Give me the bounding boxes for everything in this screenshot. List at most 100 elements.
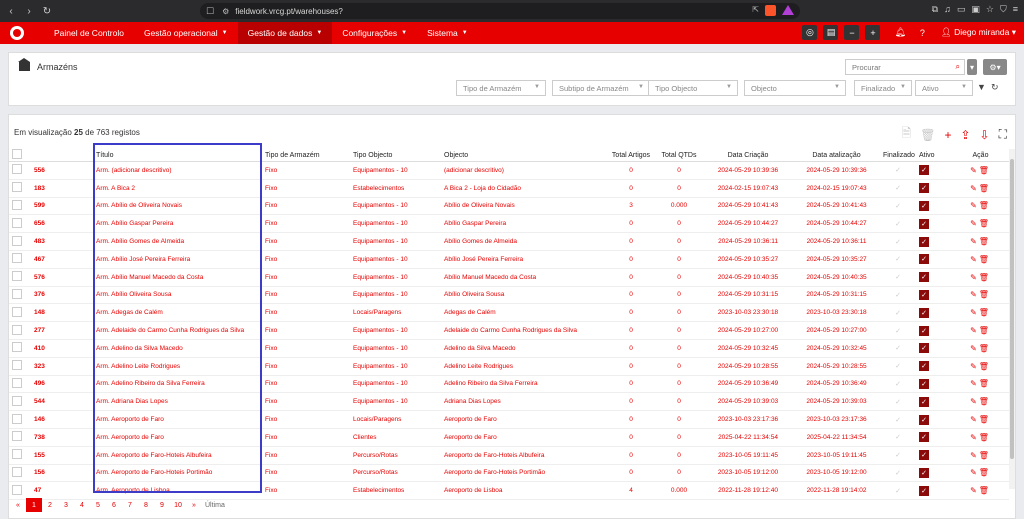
col-header-objecto[interactable]: Objecto bbox=[441, 149, 607, 162]
settings-dropdown-button[interactable]: ⚙▾ bbox=[983, 59, 1007, 75]
delete-icon[interactable]: 🗑︎ bbox=[979, 290, 991, 299]
chat-icon[interactable]: ◎ bbox=[802, 25, 818, 40]
active-checkbox[interactable]: ✓ bbox=[919, 343, 929, 354]
cell-titulo[interactable]: Arm. Adelino Leite Rodrigues bbox=[93, 357, 262, 376]
nav-item-2[interactable]: Gestão de dados ▼ bbox=[237, 22, 333, 44]
delete-icon[interactable]: 🗑︎ bbox=[979, 166, 991, 175]
delete-icon[interactable]: 🗑︎ bbox=[979, 219, 991, 228]
edit-icon[interactable]: ✎ bbox=[970, 397, 979, 406]
brave-rewards-icon[interactable] bbox=[782, 5, 794, 15]
delete-icon[interactable]: 🗑︎ bbox=[979, 468, 991, 477]
page-button-3[interactable]: 3 bbox=[58, 498, 74, 512]
bookmark-icon[interactable]: ☐ bbox=[206, 6, 214, 17]
filter-objecto[interactable]: Objecto ▼ bbox=[744, 80, 846, 96]
cell-id[interactable]: 155 bbox=[31, 446, 93, 465]
page-button-7[interactable]: 7 bbox=[122, 498, 138, 512]
page-button-9[interactable]: 9 bbox=[154, 498, 170, 512]
sidebar-icon[interactable]: ▭ bbox=[957, 4, 966, 15]
cell-titulo[interactable]: Arm. (adicionar descritivo) bbox=[93, 161, 262, 180]
zoom-out-button[interactable]: − bbox=[844, 25, 860, 40]
user-menu[interactable]: 👤︎ Diego miranda ▾ bbox=[941, 27, 1016, 38]
next-page-button[interactable]: » bbox=[186, 498, 202, 512]
row-checkbox[interactable] bbox=[12, 253, 22, 264]
table-row[interactable]: 148 Arm. Adegas de Calém Fixo Locais/Parage… bbox=[9, 303, 1009, 323]
last-page-button[interactable]: Última bbox=[202, 498, 228, 512]
col-header-tipo-armazem[interactable]: Tipo de Armazém bbox=[262, 149, 350, 162]
cell-id[interactable]: 148 bbox=[31, 303, 93, 323]
table-row[interactable]: 599 Arm. Abílio de Oliveira Novais Fixo Equ… bbox=[9, 197, 1009, 216]
filter-tipo-objecto[interactable]: Tipo Objecto ▼ bbox=[648, 80, 738, 96]
export-file-icon[interactable]: 🗎︎ bbox=[902, 124, 912, 145]
cell-id[interactable]: 738 bbox=[31, 428, 93, 447]
col-header-ativo[interactable]: Ativo bbox=[916, 149, 952, 162]
cell-titulo[interactable]: Arm. Aeroporto de Faro-Hoteis Portimão bbox=[93, 464, 262, 483]
cell-titulo[interactable]: Arm. Adriana Dias Lopes bbox=[93, 392, 262, 412]
table-row[interactable]: 146 Arm. Aeroporto de Faro Fixo Locais/Para… bbox=[9, 410, 1009, 429]
table-row[interactable]: 410 Arm. Adelino da Silva Macedo Fixo Equip… bbox=[9, 339, 1009, 358]
cell-id[interactable]: 496 bbox=[31, 375, 93, 394]
delete-icon[interactable]: 🗑︎ bbox=[979, 308, 991, 317]
upload-icon[interactable]: ⇪ bbox=[960, 128, 970, 142]
delete-icon[interactable]: 🗑︎ bbox=[979, 237, 991, 246]
edit-icon[interactable]: ✎ bbox=[970, 273, 979, 282]
cell-id[interactable]: 277 bbox=[31, 321, 93, 340]
select-all-checkbox[interactable] bbox=[12, 149, 22, 159]
delete-icon[interactable]: 🗑︎ bbox=[979, 201, 991, 210]
active-checkbox[interactable]: ✓ bbox=[919, 254, 929, 265]
help-icon[interactable]: ? bbox=[920, 28, 925, 38]
col-header-tipo-objecto[interactable]: Tipo Objecto bbox=[350, 149, 441, 162]
col-header-data-atualizacao[interactable]: Data atalização bbox=[793, 149, 880, 162]
table-row[interactable]: 738 Arm. Aeroporto de Faro Fixo Clientes Aer… bbox=[9, 428, 1009, 447]
row-checkbox[interactable] bbox=[12, 164, 22, 175]
active-checkbox[interactable]: ✓ bbox=[919, 414, 929, 425]
delete-icon[interactable]: 🗑︎ bbox=[979, 486, 991, 495]
edit-icon[interactable]: ✎ bbox=[970, 468, 979, 477]
col-header-total-qtds[interactable]: Total QTDs bbox=[655, 149, 703, 162]
edit-icon[interactable]: ✎ bbox=[970, 433, 979, 442]
cell-titulo[interactable]: Arm. Adelino da Silva Macedo bbox=[93, 339, 262, 358]
cell-id[interactable]: 156 bbox=[31, 464, 93, 483]
active-checkbox[interactable]: ✓ bbox=[919, 450, 929, 461]
row-checkbox[interactable] bbox=[12, 199, 22, 210]
cell-id[interactable]: 47 bbox=[31, 481, 93, 501]
extensions-icon[interactable]: ⧉ bbox=[932, 4, 938, 15]
filter-subtipo-armazem[interactable]: Subtipo de Armazém ▼ bbox=[552, 80, 650, 96]
row-checkbox[interactable] bbox=[12, 466, 22, 477]
cell-id[interactable]: 483 bbox=[31, 232, 93, 251]
active-checkbox[interactable]: ✓ bbox=[919, 325, 929, 336]
edit-icon[interactable]: ✎ bbox=[970, 344, 979, 353]
active-checkbox[interactable]: ✓ bbox=[919, 307, 929, 318]
edit-icon[interactable]: ✎ bbox=[970, 184, 979, 193]
filter-ativo[interactable]: Ativo ▼ bbox=[915, 80, 973, 96]
row-checkbox[interactable] bbox=[12, 324, 22, 335]
cell-titulo[interactable]: Arm. Aeroporto de Faro bbox=[93, 428, 262, 447]
share-icon[interactable]: ⇱ bbox=[752, 5, 759, 16]
brave-shield-icon[interactable] bbox=[765, 5, 776, 16]
table-row[interactable]: 183 Arm. A Bica 2 Fixo Estabelecimentos A Bi… bbox=[9, 179, 1009, 198]
active-checkbox[interactable]: ✓ bbox=[919, 485, 929, 496]
page-button-2[interactable]: 2 bbox=[42, 498, 58, 512]
site-settings-icon[interactable]: ⚙ bbox=[222, 7, 229, 16]
cell-id[interactable]: 467 bbox=[31, 250, 93, 269]
row-checkbox[interactable] bbox=[12, 342, 22, 353]
table-row[interactable]: 277 Arm. Adelaide do Carmo Cunha Rodrigue… bbox=[9, 321, 1009, 340]
table-row[interactable]: 376 Arm. Abílio Oliveira Sousa Fixo Equipam… bbox=[9, 286, 1009, 305]
cell-titulo[interactable]: Arm. Abílio Manuel Macedo da Costa bbox=[93, 268, 262, 287]
row-checkbox[interactable] bbox=[12, 182, 22, 193]
table-scrollbar[interactable] bbox=[1009, 149, 1015, 489]
delete-icon[interactable]: 🗑︎ bbox=[979, 184, 991, 193]
active-checkbox[interactable]: ✓ bbox=[919, 236, 929, 247]
delete-icon[interactable]: 🗑︎ bbox=[979, 379, 991, 388]
active-checkbox[interactable]: ✓ bbox=[919, 361, 929, 372]
active-checkbox[interactable]: ✓ bbox=[919, 165, 929, 176]
active-checkbox[interactable]: ✓ bbox=[919, 378, 929, 389]
row-checkbox[interactable] bbox=[12, 449, 22, 460]
delete-icon[interactable]: 🗑︎ bbox=[979, 344, 991, 353]
trash-icon[interactable]: 🗑︎ bbox=[920, 128, 935, 142]
nav-item-1[interactable]: Gestão operacional ▼ bbox=[134, 22, 238, 44]
delete-icon[interactable]: 🗑︎ bbox=[979, 433, 991, 442]
address-bar[interactable]: ☐ ⚙ fieldwork.vrcg.pt/warehouses? ⇱ bbox=[200, 3, 800, 19]
cell-titulo[interactable]: Arm. Aeroporto de Faro bbox=[93, 410, 262, 429]
edit-icon[interactable]: ✎ bbox=[970, 166, 979, 175]
nav-item-0[interactable]: Painel de Controlo bbox=[44, 22, 134, 44]
